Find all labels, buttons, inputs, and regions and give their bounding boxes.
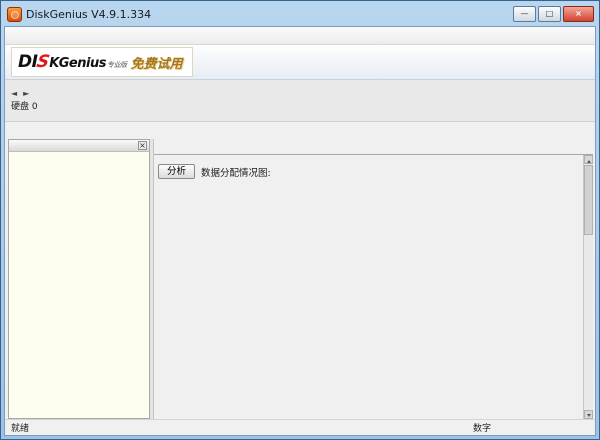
scroll-thumb[interactable] (584, 165, 593, 235)
prev-disk-icon[interactable]: ◄ (11, 89, 17, 98)
partition-tree (9, 152, 149, 154)
scroll-down-icon[interactable] (584, 410, 593, 419)
detail-panel: 分析 数据分配情况图: (154, 139, 593, 419)
disk-info-line (5, 122, 595, 138)
status-bar: 就绪 数字 (5, 419, 595, 435)
app-window: DiskGenius V4.9.1.334 — □ × DISKGenius专业… (0, 0, 600, 440)
tab-bar (154, 139, 593, 155)
toolbar: DISKGenius专业版 免费试用 (5, 45, 595, 80)
menu-bar (5, 27, 595, 45)
allocation-caption: 数据分配情况图: (201, 165, 271, 179)
status-text: 就绪 (11, 421, 29, 434)
promo-banner[interactable]: DISKGenius专业版 免费试用 (11, 47, 193, 77)
window-title: DiskGenius V4.9.1.334 (26, 8, 513, 21)
free-trial-text: 免费试用 (130, 53, 182, 72)
main-area: × 分析 数据分配情况图: (5, 138, 595, 419)
close-button[interactable]: × (563, 6, 594, 22)
scroll-up-icon[interactable] (584, 155, 593, 164)
vertical-scrollbar[interactable] (583, 155, 593, 419)
disk-navigator: ◄ ► 硬盘 0 (9, 81, 55, 119)
analyze-button[interactable]: 分析 (158, 164, 195, 179)
app-icon (7, 7, 22, 22)
partition-tree-panel: × (8, 139, 150, 419)
panel-close-icon[interactable]: × (138, 141, 147, 150)
logo-text-suffix: KGenius (49, 56, 106, 71)
diskgenius-logo: DISKGenius专业版 (18, 52, 126, 72)
tree-panel-header: × (9, 140, 149, 152)
maximize-button[interactable]: □ (538, 6, 561, 22)
tab-content: 分析 数据分配情况图: (154, 155, 593, 419)
disk-label: 硬盘 0 (11, 99, 55, 112)
disk-overview: ◄ ► 硬盘 0 (5, 80, 595, 122)
minimize-button[interactable]: — (513, 6, 536, 22)
status-indicator: 数字 (473, 421, 491, 434)
client-area: DISKGenius专业版 免费试用 ◄ ► 硬盘 0 × (4, 26, 596, 436)
next-disk-icon[interactable]: ► (23, 89, 29, 98)
title-bar[interactable]: DiskGenius V4.9.1.334 — □ × (4, 4, 596, 26)
edition-label: 专业版 (107, 61, 127, 69)
